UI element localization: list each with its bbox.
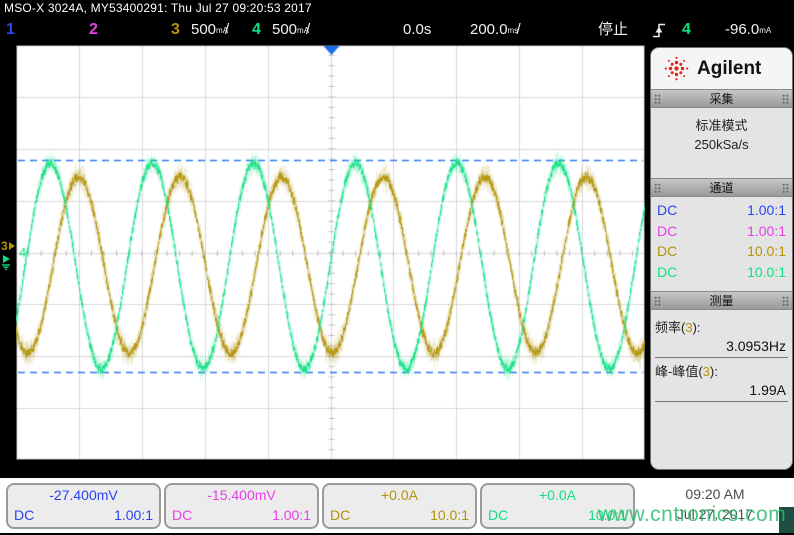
channels-section-header[interactable]: 通道: [651, 178, 792, 197]
timebase-readout: 200.0ms/: [470, 20, 521, 40]
waveform-display[interactable]: [16, 45, 645, 460]
agilent-logo-icon: [663, 55, 690, 82]
measurement-pkpk-label: 峰-峰值(3):: [655, 358, 788, 380]
grip-icon: [782, 94, 789, 104]
watermark: www.cntronics.com: [598, 503, 786, 527]
measure-section-header[interactable]: 测量: [651, 291, 792, 310]
window-titlebar: MSO-X 3024A, MY53400291: Thu Jul 27 09:2…: [0, 0, 794, 17]
channel4-scale: 500mA/: [272, 20, 310, 40]
channel1-indicator[interactable]: 1: [6, 20, 15, 40]
graticule-area: [16, 45, 645, 460]
channels-title: 通道: [709, 179, 733, 196]
channel4-indicator[interactable]: 4: [252, 20, 261, 40]
channel2-panel[interactable]: -15.400mV DC1.00:1: [164, 483, 319, 529]
acquisition-info: 标准模式 250kSa/s: [651, 108, 792, 178]
channel3-scale: 500mA/: [191, 20, 229, 40]
measure-title: 测量: [709, 292, 733, 309]
channel2-row: DC 1.00:1: [651, 221, 792, 242]
grip-icon: [654, 183, 661, 193]
channel3-row: DC 10.0:1: [651, 241, 792, 262]
edge-trigger-icon: [652, 22, 666, 45]
status-bar: 1 2 3 500mA/ 4 500mA/ 0.0s 200.0ms/ 停止 4…: [0, 17, 794, 45]
measurement-pkpk-value: 1.99A: [655, 380, 788, 402]
acquisition-title: 采集: [709, 90, 733, 107]
acquisition-mode: 标准模式: [651, 116, 792, 135]
channel4-ground-marker[interactable]: [1, 253, 15, 270]
brand-name: Agilent: [697, 58, 761, 80]
trigger-source: 4: [682, 20, 691, 40]
channel3-ground-marker[interactable]: 3: [1, 239, 16, 253]
measurement-frequency-label: 频率(3):: [655, 314, 788, 336]
grip-icon: [782, 183, 789, 193]
brand-bar: Agilent: [651, 48, 792, 89]
channel3-indicator[interactable]: 3: [171, 20, 180, 40]
grip-icon: [654, 296, 661, 306]
oscilloscope-screen: MSO-X 3024A, MY53400291: Thu Jul 27 09:2…: [0, 0, 794, 535]
measurement-frequency-value: 3.0953Hz: [655, 336, 788, 358]
sidebar: Agilent 采集 标准模式 250kSa/s 通道 DC 1.00:1 DC…: [650, 47, 793, 470]
right-arrow-icon: [8, 241, 16, 251]
channel2-indicator[interactable]: 2: [89, 20, 98, 40]
clock-time: 09:20 AM: [640, 484, 790, 504]
scope-model-title: MSO-X 3024A, MY53400291: Thu Jul 27 09:2…: [4, 1, 312, 15]
acquisition-section-header[interactable]: 采集: [651, 89, 792, 108]
channel1-panel[interactable]: -27.400mV DC1.00:1: [6, 483, 161, 529]
run-state: 停止: [598, 20, 628, 40]
channels-info: DC 1.00:1 DC 1.00:1 DC 10.0:1 DC 10.0:1: [651, 197, 792, 291]
grip-icon: [654, 94, 661, 104]
sample-rate: 250kSa/s: [651, 135, 792, 154]
ground-arrow-icon: [1, 253, 15, 270]
grip-icon: [782, 296, 789, 306]
channel1-row: DC 1.00:1: [651, 200, 792, 221]
delay-readout: 0.0s: [403, 20, 431, 40]
channel3-panel[interactable]: +0.0A DC10.0:1: [322, 483, 477, 529]
trigger-level-readout: -96.0mA: [725, 20, 768, 40]
channel4-row: DC 10.0:1: [651, 262, 792, 283]
measurements-info: 频率(3): 3.0953Hz 峰-峰值(3): 1.99A: [651, 310, 792, 469]
